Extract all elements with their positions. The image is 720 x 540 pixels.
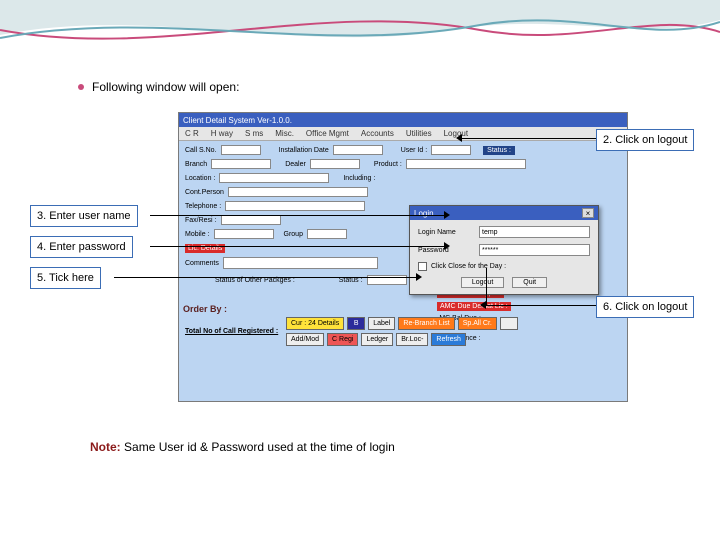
app-window: Client Detail System Ver-1.0.0. C R H wa… <box>178 112 628 402</box>
field-label: Including : <box>343 175 375 182</box>
field-label: Mobile : <box>185 231 210 238</box>
b-button[interactable]: B <box>347 317 365 330</box>
field-label: Product : <box>374 161 402 168</box>
comments-input[interactable] <box>223 257 378 269</box>
location-input[interactable] <box>219 173 329 183</box>
field-label: Location : <box>185 175 215 182</box>
note-label: Note: <box>90 440 121 454</box>
menu-item[interactable]: Utilities <box>406 129 432 138</box>
field-label: Telephone : <box>185 203 221 210</box>
menu-item[interactable]: S ms <box>245 129 263 138</box>
field-label: Installation Date <box>279 147 329 154</box>
login-titlebar: Login × <box>410 206 598 220</box>
app-title: Client Detail System Ver-1.0.0. <box>183 116 292 125</box>
addmod-button[interactable]: Add/Mod <box>286 333 324 346</box>
bullet-line: Following window will open: <box>78 80 239 94</box>
arrow-6-vert <box>486 268 487 305</box>
label-button[interactable]: Label <box>368 317 395 330</box>
refresh-button[interactable]: Refresh <box>431 333 466 346</box>
bullet-text: Following window will open: <box>92 80 239 94</box>
telephone-input[interactable] <box>225 201 365 211</box>
call-sno-input[interactable] <box>221 145 261 155</box>
field-label: User Id : <box>401 147 427 154</box>
menu-item[interactable]: Office Mgmt <box>306 129 349 138</box>
login-name-label: Login Name <box>418 229 473 236</box>
fax-input[interactable] <box>221 215 281 225</box>
login-pass-input[interactable]: ****** <box>479 244 590 256</box>
callout-2: 2. Click on logout <box>596 129 694 151</box>
login-name-input[interactable]: temp <box>479 226 590 238</box>
arrow-3 <box>150 215 444 216</box>
close-icon[interactable]: × <box>582 208 594 218</box>
field-label: Branch <box>185 161 207 168</box>
callout-3: 3. Enter user name <box>30 205 138 227</box>
decorative-wave <box>0 0 720 60</box>
note-text: Same User id & Password used at the time… <box>124 440 395 454</box>
lic-details-label: Lic. Details <box>185 244 225 253</box>
mobile-input[interactable] <box>214 229 274 239</box>
dealer-input[interactable] <box>310 159 360 169</box>
bullet-icon <box>78 84 84 90</box>
menu-item[interactable]: Misc. <box>275 129 294 138</box>
blank-button[interactable] <box>500 317 518 330</box>
rebranch-button[interactable]: Re-Branch List <box>398 317 454 330</box>
field-label: Call S.No. <box>185 147 217 154</box>
arrow-2 <box>462 138 596 139</box>
arrow-6 <box>486 305 596 306</box>
login-title-text: Login <box>414 209 434 218</box>
note-line: Note: Same User id & Password used at th… <box>90 440 395 454</box>
field-label: Group <box>284 231 303 238</box>
status-label: Status : <box>483 146 515 155</box>
arrow-4 <box>150 246 444 247</box>
ledger-button[interactable]: Ledger <box>361 333 393 346</box>
cregi-button[interactable]: C Regi <box>327 333 358 346</box>
logout-button[interactable]: Logout <box>461 277 504 288</box>
menu-item[interactable]: C R <box>185 129 199 138</box>
field-label: Fax/Resi : <box>185 217 217 224</box>
install-date-input[interactable] <box>333 145 383 155</box>
close-day-checkbox[interactable] <box>418 262 427 271</box>
app-titlebar: Client Detail System Ver-1.0.0. <box>179 113 627 127</box>
cur24-button[interactable]: Cur : 24 Details <box>286 317 344 330</box>
menu-item[interactable]: H way <box>211 129 233 138</box>
login-dialog: Login × Login Name temp Password ****** … <box>409 205 599 295</box>
close-day-label: Click Close for the Day : <box>431 263 506 270</box>
callout-4: 4. Enter password <box>30 236 133 258</box>
arrow-5 <box>114 277 416 278</box>
product-input[interactable] <box>406 159 526 169</box>
field-label: Cont.Person <box>185 189 224 196</box>
menu-item[interactable]: Accounts <box>361 129 394 138</box>
field-label: Dealer <box>285 161 306 168</box>
callout-6: 6. Click on logout <box>596 296 694 318</box>
brloc-button[interactable]: Br.Loc- <box>396 333 428 346</box>
quit-button[interactable]: Quit <box>512 277 547 288</box>
button-panel: Order By : Cur : 24 Details B Label Re-B… <box>183 300 623 346</box>
spallcr-button[interactable]: Sp.All Cr. <box>458 317 497 330</box>
field-label: Comments <box>185 260 219 267</box>
userid-input[interactable] <box>431 145 471 155</box>
group-input[interactable] <box>307 229 347 239</box>
contperson-input[interactable] <box>228 187 368 197</box>
branch-input[interactable] <box>211 159 271 169</box>
callout-5: 5. Tick here <box>30 267 101 289</box>
